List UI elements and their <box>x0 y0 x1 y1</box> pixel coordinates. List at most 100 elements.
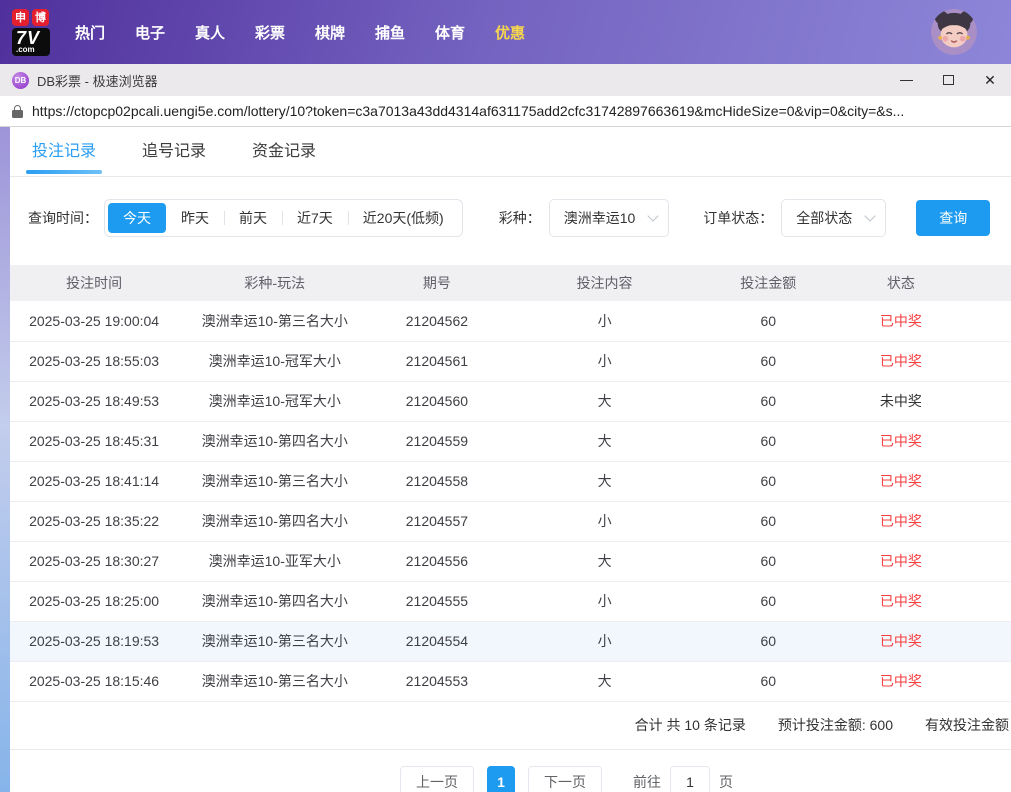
column-header-game: 彩种-玩法 <box>244 275 306 291</box>
cell-bet-time: 2025-03-25 18:19:53 <box>29 633 160 649</box>
column-header-content: 投注内容 <box>576 275 633 291</box>
filter-bar: 查询时间： 今天 昨天 前天 近7天 近20天(低频) 彩种： 澳洲幸运10 订… <box>10 177 1011 265</box>
chevron-down-icon <box>647 210 659 222</box>
next-page-button[interactable]: 下一页 <box>528 765 602 792</box>
goto-page-input[interactable] <box>670 765 710 792</box>
nav-item-slots[interactable]: 电子 <box>120 22 180 43</box>
time-option-day-before[interactable]: 前天 <box>224 203 282 233</box>
total-records-text: 合计 共 10 条记录 <box>634 717 746 733</box>
table-row: 2025-03-25 18:19:53 澳洲幸运10-第三名大小 2120455… <box>10 621 1011 661</box>
cell-bet-time: 2025-03-25 18:15:46 <box>29 673 160 689</box>
page-body: 投注记录 追号记录 资金记录 查询时间： 今天 昨天 前天 近7天 近20天(低… <box>0 127 1011 792</box>
column-header-status: 状态 <box>886 275 915 291</box>
cell-status: 已中奖 <box>879 553 922 569</box>
table-row: 2025-03-25 18:35:22 澳洲幸运10-第四名大小 2120455… <box>10 501 1011 541</box>
time-option-today[interactable]: 今天 <box>108 203 166 233</box>
cell-game: 澳洲幸运10-第三名大小 <box>201 673 348 689</box>
cell-amount: 60 <box>760 673 777 689</box>
cell-status: 已中奖 <box>879 353 922 369</box>
query-button[interactable]: 查询 <box>916 200 991 236</box>
lock-icon <box>12 104 23 118</box>
records-panel: 投注记录 追号记录 资金记录 查询时间： 今天 昨天 前天 近7天 近20天(低… <box>10 127 1011 792</box>
nav-item-sports[interactable]: 体育 <box>420 22 480 43</box>
cell-issue: 21204554 <box>405 633 469 649</box>
table-row: 2025-03-25 18:45:31 澳洲幸运10-第四名大小 2120455… <box>10 421 1011 461</box>
column-header-issue: 期号 <box>422 275 451 291</box>
cell-issue: 21204559 <box>405 433 469 449</box>
time-option-7days[interactable]: 近7天 <box>282 203 348 233</box>
lottery-type-select[interactable]: 澳洲幸运10 <box>548 199 670 237</box>
cell-game: 澳洲幸运10-第三名大小 <box>201 312 348 329</box>
cell-content: 大 <box>597 393 612 409</box>
cell-issue: 21204555 <box>405 593 469 609</box>
cell-content: 小 <box>597 593 612 609</box>
nav-item-promos[interactable]: 优惠 <box>480 22 540 43</box>
prev-page-button[interactable]: 上一页 <box>400 765 474 792</box>
cell-content: 大 <box>597 553 612 569</box>
cell-bet-time: 2025-03-25 18:49:53 <box>29 393 160 409</box>
nav-item-fishing[interactable]: 捕鱼 <box>360 22 420 43</box>
pagination: 上一页 1 下一页 前往 页 <box>10 765 1011 792</box>
logo-badges: 申 博 <box>12 8 49 26</box>
cell-game: 澳洲幸运10-第四名大小 <box>201 513 348 529</box>
time-option-20days[interactable]: 近20天(低频) <box>347 203 459 233</box>
cell-bet-time: 2025-03-25 19:00:04 <box>29 312 160 329</box>
column-header-bet-time: 投注时间 <box>66 275 123 291</box>
cell-amount: 60 <box>760 393 777 409</box>
cell-status: 已中奖 <box>879 433 922 449</box>
logo-sub-text: .com <box>16 44 35 54</box>
maximize-icon <box>942 75 954 85</box>
cell-game: 澳洲幸运10-第三名大小 <box>201 473 348 489</box>
site-nav-menu: 热门 电子 真人 彩票 棋牌 捕鱼 体育 优惠 <box>60 22 540 43</box>
cell-game: 澳洲幸运10-冠军大小 <box>208 353 341 369</box>
order-status-select[interactable]: 全部状态 <box>781 199 887 237</box>
logo-box: 7V .com <box>12 27 50 56</box>
table-row: 2025-03-25 18:55:03 澳洲幸运10-冠军大小 21204561… <box>10 341 1011 381</box>
page-number-1[interactable]: 1 <box>487 765 515 792</box>
nav-item-lottery[interactable]: 彩票 <box>240 22 300 43</box>
maximize-button[interactable] <box>927 64 969 96</box>
goto-suffix: 页 <box>719 773 733 790</box>
table-row: 2025-03-25 18:15:46 澳洲幸运10-第三名大小 2120455… <box>10 661 1011 701</box>
valid-bet-amount-text: 有效投注金额 <box>925 717 1009 733</box>
tab-chase-records[interactable]: 追号记录 <box>142 127 206 177</box>
cell-issue: 21204562 <box>405 312 469 329</box>
app-window: 申 博 7V .com 热门 电子 真人 彩票 棋牌 捕鱼 体育 优惠 DB D… <box>0 0 1011 792</box>
cell-status: 未中奖 <box>879 393 922 409</box>
nav-item-cards[interactable]: 棋牌 <box>300 22 360 43</box>
bet-records-table: 投注时间 彩种-玩法 期号 投注内容 投注金额 状态 2025-03-25 19… <box>10 265 1011 702</box>
cell-bet-time: 2025-03-25 18:55:03 <box>29 353 160 369</box>
cell-game: 澳洲幸运10-第四名大小 <box>201 593 348 609</box>
record-tabs: 投注记录 追号记录 资金记录 <box>10 127 1011 177</box>
time-option-yesterday[interactable]: 昨天 <box>166 203 224 233</box>
cell-amount: 60 <box>760 433 777 449</box>
close-button[interactable]: ✕ <box>969 64 1011 96</box>
expected-bet-amount-text: 预计投注金额: 600 <box>777 717 893 733</box>
cell-content: 大 <box>597 473 612 489</box>
cell-status: 已中奖 <box>879 473 922 489</box>
column-header-amount: 投注金额 <box>740 275 797 291</box>
browser-titlebar: DB DB彩票 - 极速浏览器 ✕ <box>0 64 1011 96</box>
logo-badge-bo: 博 <box>32 8 49 26</box>
site-logo[interactable]: 申 博 7V .com <box>12 8 50 56</box>
url-text[interactable]: https://ctopcp02pcali.uengi5e.com/lotter… <box>32 103 904 119</box>
goto-label: 前往 <box>633 773 661 790</box>
site-nav-bar: 申 博 7V .com 热门 电子 真人 彩票 棋牌 捕鱼 体育 优惠 <box>0 0 1011 64</box>
cell-content: 大 <box>597 673 612 689</box>
tab-bet-records[interactable]: 投注记录 <box>25 127 103 177</box>
user-avatar[interactable] <box>931 9 977 55</box>
cell-amount: 60 <box>760 633 777 649</box>
chevron-down-icon <box>864 210 876 222</box>
nav-item-live[interactable]: 真人 <box>180 22 240 43</box>
table-row: 2025-03-25 19:00:04 澳洲幸运10-第三名大小 2120456… <box>10 301 1011 341</box>
minimize-button[interactable] <box>885 64 927 96</box>
tab-fund-records[interactable]: 资金记录 <box>252 127 316 177</box>
table-header-row: 投注时间 彩种-玩法 期号 投注内容 投注金额 状态 <box>10 265 1011 301</box>
cell-issue: 21204561 <box>405 353 469 369</box>
browser-tab-icon: DB <box>12 71 29 89</box>
cell-content: 大 <box>597 433 612 449</box>
summary-bar: 合计 共 10 条记录 预计投注金额: 600 有效投注金额 <box>10 702 1011 750</box>
nav-item-hot[interactable]: 热门 <box>60 22 120 43</box>
cell-content: 小 <box>597 353 612 369</box>
cell-status: 已中奖 <box>879 513 922 529</box>
